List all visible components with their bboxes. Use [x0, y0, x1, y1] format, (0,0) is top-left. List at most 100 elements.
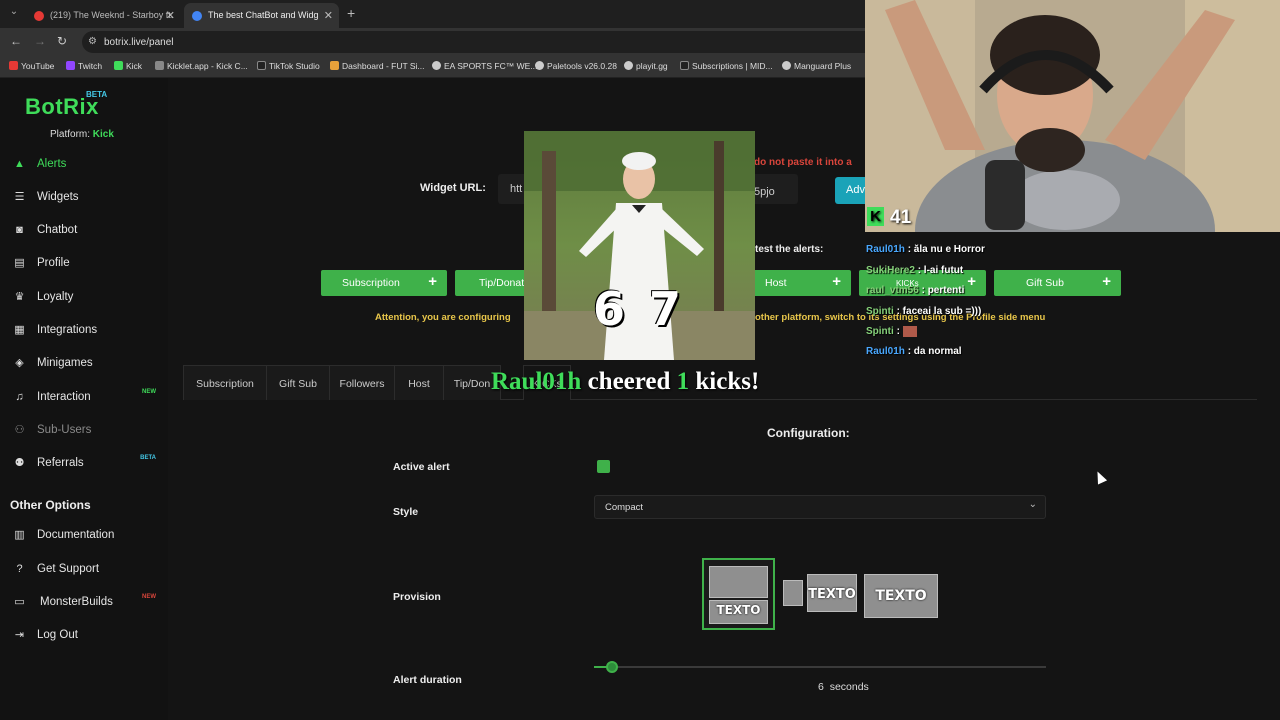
new-tab-icon[interactable]: + — [347, 5, 355, 21]
sidebar-item-chatbot[interactable]: ◙ Chatbot — [0, 217, 168, 245]
help-icon: ? — [16, 563, 23, 575]
youtube-favicon-icon — [34, 11, 44, 21]
kick-logo-icon: K — [867, 207, 884, 226]
referrals-icon: ⚉ — [14, 457, 25, 469]
tab-title: The best ChatBot and Widg — [208, 10, 319, 20]
test-gift-sub-button[interactable]: Gift Sub + — [994, 270, 1121, 296]
address-bar[interactable]: ⚙ botrix.live/panel — [82, 31, 882, 53]
twitch-icon — [66, 61, 75, 70]
sidebar-item-profile[interactable]: ▤ Profile — [0, 250, 168, 278]
address-url: botrix.live/panel — [104, 37, 174, 48]
tab-followers[interactable]: Followers — [329, 365, 395, 400]
duration-value: 6 seconds — [818, 681, 869, 693]
sidebar-item-loyalty[interactable]: ♛ Loyalty — [0, 284, 168, 312]
platform-indicator: Platform: Kick — [50, 129, 114, 140]
close-tab-icon[interactable]: ✕ — [324, 9, 333, 22]
test-subscription-button[interactable]: Subscription + — [321, 270, 447, 296]
chevron-down-icon: ⌄ — [1028, 499, 1037, 510]
sidebar-item-monsterbuilds[interactable]: ▭ MonsterBuilds NEW — [0, 589, 168, 617]
kicklet-icon — [155, 61, 164, 70]
forward-icon[interactable]: → — [34, 34, 46, 48]
subscriptions-icon — [680, 61, 689, 70]
laptop-icon: ▭ — [14, 596, 25, 608]
globe-icon — [432, 61, 441, 70]
sidebar-item-interaction[interactable]: ♫ Interaction NEW — [0, 384, 168, 412]
browser-tab-botrix[interactable]: The best ChatBot and Widg ✕ — [184, 3, 339, 28]
new-badge: NEW — [142, 594, 156, 600]
sidebar-item-alerts[interactable]: ▲ Alerts — [0, 151, 168, 179]
other-options-heading: Other Options — [10, 498, 91, 512]
widget-url-end: 5pjo — [754, 186, 775, 198]
warning-icon: ▲ — [14, 158, 25, 170]
beta-badge: BETA — [86, 90, 108, 99]
bookmark-ea-sports[interactable]: EA SPORTS FC™ WE... — [432, 61, 537, 71]
plus-icon: + — [1102, 273, 1111, 290]
bookmark-fut[interactable]: Dashboard - FUT Si... — [330, 61, 425, 71]
configuration-title: Configuration: — [767, 426, 850, 440]
alert-duration-label: Alert duration — [393, 674, 462, 686]
tab-gift-sub[interactable]: Gift Sub — [266, 365, 330, 400]
sidebar-item-referrals[interactable]: ⚉ Referrals BETA — [0, 450, 168, 478]
sidebar-item-get-support[interactable]: ? Get Support — [0, 556, 168, 584]
bookmark-paletools[interactable]: Paletools v26.0.28 — [535, 61, 617, 71]
bookmark-twitch[interactable]: Twitch — [66, 61, 102, 71]
book-icon: ▥ — [14, 529, 25, 541]
bookmark-kicklet[interactable]: Kicklet.app - Kick C... — [155, 61, 248, 71]
bookmark-playit[interactable]: playit.gg — [624, 61, 668, 71]
plus-icon: + — [967, 273, 976, 290]
chat-message: raul_vtm56 : pertenti — [866, 285, 965, 296]
active-alert-label: Active alert — [393, 461, 450, 473]
new-badge: NEW — [142, 389, 156, 395]
emote-icon — [902, 326, 917, 337]
plus-icon: + — [832, 273, 841, 290]
attention-notice: Attention, you are configuring — [375, 312, 511, 323]
style-label: Style — [393, 506, 419, 518]
bookmark-youtube[interactable]: YouTube — [9, 61, 54, 71]
url-warning: do not paste it into a — [754, 157, 852, 168]
id-card-icon: ▤ — [14, 257, 25, 269]
trophy-icon: ♛ — [14, 291, 25, 303]
kick-viewer-count: K 41 — [867, 207, 911, 229]
style-select[interactable]: Compact ⌄ — [594, 495, 1046, 519]
back-icon[interactable]: ← — [10, 34, 22, 48]
image-placeholder-icon — [783, 580, 803, 606]
beta-badge: BETA — [140, 455, 156, 461]
sidebar-item-widgets[interactable]: ☰ Widgets — [0, 184, 168, 212]
video-caption: 6 7 — [593, 282, 686, 336]
youtube-icon — [9, 61, 18, 70]
globe-icon — [624, 61, 633, 70]
bookmark-manguard[interactable]: Manguard Plus — [782, 61, 851, 71]
provision-option-stacked[interactable]: TEXTO — [702, 558, 775, 630]
close-tab-icon[interactable]: ✕ — [166, 9, 175, 22]
globe-icon — [535, 61, 544, 70]
browser-tab-youtube[interactable]: (219) The Weeknd - Starboy ft. ✕ — [26, 3, 181, 28]
site-info-icon[interactable]: ⚙ — [88, 36, 100, 48]
tab-host[interactable]: Host — [394, 365, 444, 400]
webcam-overlay — [865, 0, 1280, 232]
bookmark-subscriptions[interactable]: Subscriptions | MID... — [680, 61, 773, 71]
active-alert-checkbox[interactable] — [597, 460, 610, 473]
tab-subscription[interactable]: Subscription — [183, 365, 267, 400]
chat-message: Raul01h : ăla nu e Horror — [866, 244, 985, 255]
bookmark-kick[interactable]: Kick — [114, 61, 142, 71]
bookmark-tiktok[interactable]: TikTok Studio — [257, 61, 320, 71]
sidebar-item-minigames[interactable]: ◈ Minigames — [0, 350, 168, 378]
streamer-webcam-image — [865, 0, 1280, 232]
chat-message: SukiHere2 : l-ai futut — [866, 265, 964, 276]
integrations-icon: ▦ — [14, 324, 25, 336]
provision-option-text-only[interactable]: TEXTO — [864, 574, 938, 618]
botrix-favicon-icon — [192, 11, 202, 21]
reload-icon[interactable]: ↻ — [57, 34, 67, 48]
sidebar-item-integrations[interactable]: ▦ Integrations — [0, 317, 168, 345]
sidebar-item-sub-users[interactable]: ⚇ Sub-Users — [0, 417, 168, 445]
music-icon: ♫ — [15, 391, 24, 403]
sidebar-item-log-out[interactable]: ⇥ Log Out — [0, 622, 168, 650]
logout-icon: ⇥ — [14, 629, 25, 641]
tab-search-icon[interactable]: ⌄ — [6, 6, 22, 22]
provision-option-inline[interactable]: TEXTO — [783, 574, 857, 612]
duration-slider-thumb[interactable] — [606, 661, 618, 673]
duration-slider-track[interactable] — [594, 666, 1046, 668]
sidebar: BotRix BETA Platform: Kick ▲ Alerts ☰ Widg… — [0, 78, 168, 720]
chat-message: Spinti : — [866, 326, 917, 337]
sidebar-item-documentation[interactable]: ▥ Documentation — [0, 522, 168, 550]
